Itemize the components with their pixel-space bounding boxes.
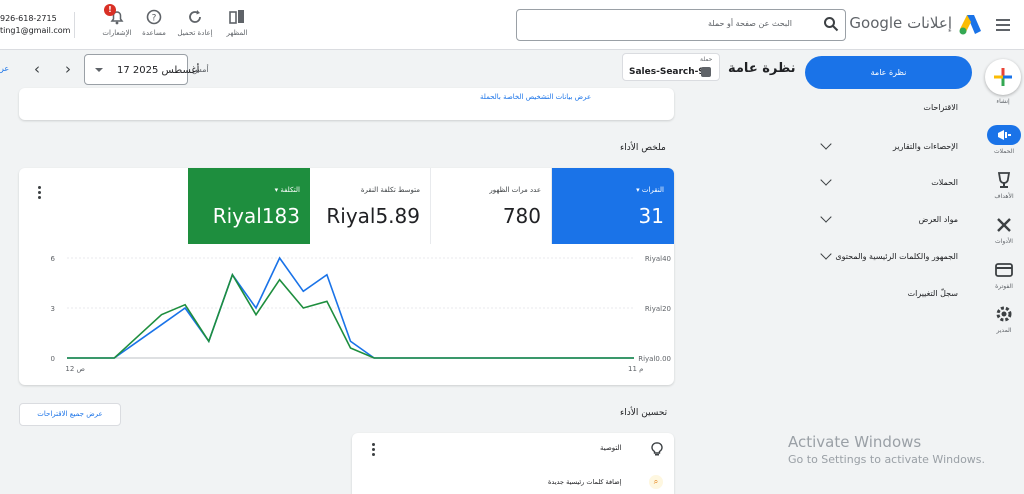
search-icon[interactable]	[823, 16, 839, 32]
metric-label: التكلفة	[280, 186, 300, 194]
metric-value: 31	[638, 204, 664, 228]
metric-label: النقرات	[641, 186, 664, 194]
help-label: مساعدة	[142, 29, 166, 37]
metric-clicks[interactable]: النقرات ▾ 31	[552, 168, 674, 244]
recommendation-item[interactable]: إضافة كلمات رئيسية جديدة	[548, 478, 621, 486]
help-icon: ?	[146, 9, 162, 25]
metric-impressions[interactable]: عدد مرات الظهور 780	[431, 168, 552, 244]
recommendation-card-title: التوصية	[600, 444, 622, 452]
refresh-button[interactable]: إعادة تحميل	[174, 9, 216, 37]
billing-icon[interactable]	[994, 260, 1014, 280]
search-icon: ⌕	[649, 475, 663, 489]
nav-overview-button[interactable]: نظرة عامة	[805, 56, 972, 89]
lightbulb-icon	[651, 442, 663, 456]
account-info[interactable]: 926-618-2715 ting1@gmail.com	[0, 13, 70, 37]
menu-button[interactable]	[989, 11, 1017, 39]
windows-watermark-subtitle: Go to Settings to activate Windows.	[788, 453, 986, 466]
windows-watermark-title: Activate Windows	[788, 433, 922, 451]
date-value: 17 أغسطس 2025	[117, 65, 200, 76]
appearance-button[interactable]: المظهر	[216, 9, 258, 37]
campaigns-icon	[998, 130, 1011, 140]
chevron-right-icon: ›	[65, 60, 71, 78]
view-all-suggestions-button[interactable]: عرض جميع الاقتراحات	[19, 403, 121, 426]
performance-chart: 6 Riyal40 3 Riyal20 0 Riyal0.00 12 ص 11 م	[51, 255, 671, 373]
goals-icon[interactable]	[994, 170, 1014, 190]
rail-label-goals: الأهداف	[994, 193, 1014, 200]
admin-icon[interactable]	[994, 304, 1014, 324]
account-phone: 926-618-2715	[0, 14, 57, 23]
right-axis-tick: Riyal40	[645, 255, 671, 263]
nav-item-audiences-keywords[interactable]: الجمهور والكلمات الرئيسية والمحتوى	[830, 252, 958, 261]
metric-label: متوسط تكلفة النقرة	[360, 186, 420, 194]
campaign-label: حملة	[700, 56, 713, 63]
edge-link[interactable]: عر	[0, 64, 9, 73]
series-line-cost	[67, 272, 634, 359]
left-axis-tick: 6	[51, 255, 56, 263]
appearance-icon	[229, 10, 244, 24]
caret-down-icon: ▾	[636, 186, 640, 194]
refresh-icon	[189, 10, 201, 23]
tools-icon[interactable]	[994, 215, 1014, 235]
create-button[interactable]	[985, 59, 1021, 95]
x-axis-label: 12 ص	[65, 365, 85, 373]
left-axis-tick: 0	[51, 355, 55, 363]
search-placeholder: البحث عن صفحة أو حملة	[707, 19, 792, 28]
metric-value: Riyal183	[212, 204, 300, 228]
chevron-left-icon: ‹	[34, 60, 40, 78]
account-email: ting1@gmail.com	[0, 26, 71, 35]
header-divider	[74, 12, 75, 38]
improve-title: تحسين الأداء	[620, 408, 668, 418]
date-prev-button[interactable]: ‹	[29, 61, 45, 77]
rail-item-campaigns[interactable]	[987, 125, 1021, 145]
metric-label: عدد مرات الظهور	[489, 186, 541, 194]
metric-value: 780	[502, 204, 541, 228]
metric-cost[interactable]: التكلفة ▾ Riyal183	[188, 168, 310, 244]
menu-icon	[996, 19, 1010, 21]
refresh-label: إعادة تحميل	[177, 29, 213, 37]
create-label: إنشاء	[996, 98, 1010, 105]
more-vert-icon[interactable]	[372, 443, 376, 458]
metric-avg-cpc[interactable]: متوسط تكلفة النقرة Riyal5.89	[310, 168, 431, 244]
left-axis-tick: 3	[51, 305, 55, 313]
date-next-button[interactable]: ›	[60, 61, 76, 77]
campaign-value: Sales-Search-9	[629, 67, 705, 77]
nav-item-insights-reports[interactable]: الإحصاءات والتقارير	[830, 142, 958, 151]
campaign-search-icon	[701, 67, 711, 77]
help-button[interactable]: ? مساعدة	[133, 9, 175, 37]
notifications-label: الإشعارات	[102, 29, 132, 37]
appearance-label: المظهر	[226, 29, 248, 37]
diagnostics-link[interactable]: عرض بيانات التشخيص الخاصة بالحملة	[480, 93, 591, 101]
recommendation-card	[352, 433, 674, 494]
nav-item-suggestions[interactable]: الاقتراحات	[830, 103, 958, 112]
page-title: نظرة عامة	[728, 61, 796, 76]
brand-title: إعلانات Google	[849, 14, 952, 32]
nav-item-assets[interactable]: مواد العرض	[830, 215, 958, 224]
rail-label-tools: الأدوات	[995, 238, 1013, 245]
google-ads-logo	[959, 15, 981, 35]
notification-badge: !	[104, 4, 116, 16]
nav-item-change-history[interactable]: سجلّ التغييرات	[830, 289, 958, 298]
metric-value: Riyal5.89	[326, 204, 420, 228]
nav-item-campaigns[interactable]: الحملات	[830, 178, 958, 187]
svg-text:?: ?	[152, 14, 157, 24]
rail-label-billing: الفوترة	[995, 283, 1013, 290]
performance-title: ملخص الأداء	[620, 143, 666, 153]
more-vert-icon[interactable]	[38, 186, 42, 201]
plus-icon	[994, 68, 1012, 86]
right-axis-tick: Riyal0.00	[638, 355, 671, 363]
rail-label-admin: المدير	[996, 327, 1012, 334]
x-axis-label: 11 م	[628, 365, 643, 373]
notifications-button[interactable]: الإشعارات	[96, 9, 138, 37]
right-axis-tick: Riyal20	[645, 305, 671, 313]
rail-label-campaigns: الحملات	[993, 148, 1015, 155]
chevron-down-icon	[95, 68, 103, 72]
caret-down-icon: ▾	[274, 186, 279, 194]
